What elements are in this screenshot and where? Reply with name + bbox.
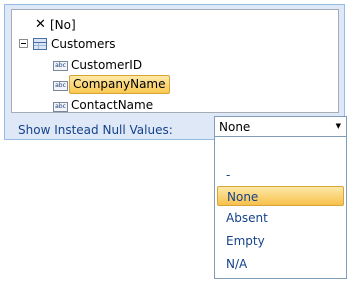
close-icon: ✕ [35, 17, 46, 32]
dropdown-option-none[interactable]: None [217, 186, 344, 206]
text-field-icon: abc [53, 61, 68, 71]
dropdown-option-empty[interactable]: Empty [217, 231, 344, 251]
tree-item-contactname[interactable]: ContactName [71, 96, 153, 114]
dropdown-option-na[interactable]: N/A [217, 254, 344, 274]
tree-item-no[interactable]: [No] [50, 16, 76, 34]
null-values-label: Show Instead Null Values: [18, 123, 173, 137]
dropdown-option-dash[interactable]: - [217, 165, 344, 185]
null-values-selected: None [219, 120, 251, 134]
collapse-icon[interactable] [19, 39, 28, 48]
text-field-icon: abc [53, 102, 68, 112]
tree-item-customers[interactable]: Customers [51, 35, 116, 53]
text-field-icon: abc [53, 81, 68, 91]
dropdown-option-absent[interactable]: Absent [217, 208, 344, 228]
chevron-down-icon[interactable]: ▼ [336, 117, 341, 135]
table-icon [33, 38, 47, 50]
tree-item-customerid[interactable]: CustomerID [71, 56, 142, 74]
tree-item-companyname[interactable]: CompanyName [69, 75, 170, 94]
field-tree[interactable]: ✕ [No] Customers abc CustomerID abc Comp… [11, 9, 339, 113]
null-values-select[interactable]: None ▼ [214, 116, 347, 137]
null-values-dropdown: - None Absent Empty N/A [214, 136, 347, 279]
